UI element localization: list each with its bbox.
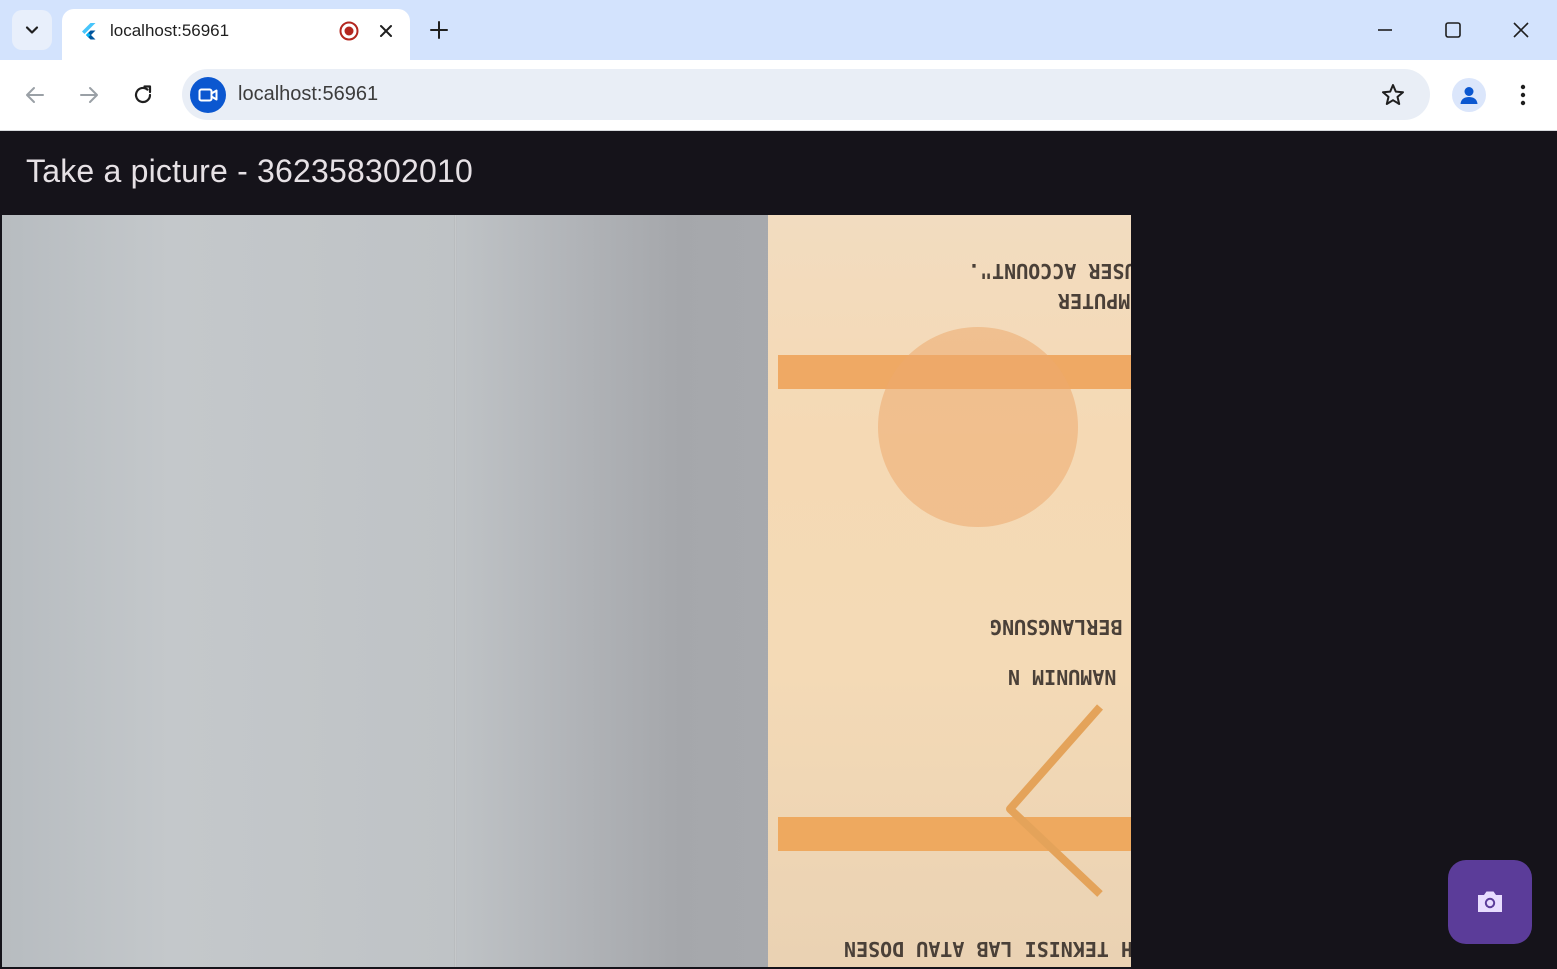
tab-title: localhost:56961 bbox=[110, 21, 230, 40]
camera-icon bbox=[1478, 891, 1502, 912]
close-icon[interactable] bbox=[375, 20, 397, 42]
document-text: " USER ACCOUNT". bbox=[968, 259, 1131, 283]
profile-button[interactable] bbox=[1452, 78, 1486, 112]
browser-toolbar: localhost:56961 bbox=[0, 60, 1557, 131]
tab-search-button[interactable] bbox=[12, 10, 52, 50]
document-text: OMPUTER bbox=[1058, 289, 1131, 313]
diamond-outline bbox=[1006, 704, 1103, 897]
url-text[interactable]: localhost:56961 bbox=[238, 83, 378, 106]
record-icon bbox=[339, 21, 359, 41]
take-picture-button[interactable] bbox=[1448, 860, 1532, 944]
minimize-icon[interactable] bbox=[1373, 18, 1397, 42]
document-text: N BERLANGSUNG bbox=[990, 615, 1131, 639]
reload-icon[interactable] bbox=[130, 82, 156, 108]
camera-preview: " USER ACCOUNT". OMPUTER N BERLANGSUNG )… bbox=[2, 215, 1131, 967]
chevron-down-icon bbox=[25, 26, 39, 34]
app-bar: Take a picture - 362358302010 bbox=[2, 131, 1555, 215]
tab-strip: localhost:56961 bbox=[0, 0, 1557, 60]
video-camera-icon bbox=[198, 88, 218, 102]
stamp-circle bbox=[878, 327, 1078, 527]
arrow-left-icon[interactable] bbox=[22, 82, 48, 108]
star-icon[interactable] bbox=[1380, 82, 1406, 108]
document-page: " USER ACCOUNT". OMPUTER N BERLANGSUNG )… bbox=[768, 215, 1131, 967]
paper-fold bbox=[454, 215, 457, 967]
flutter-icon bbox=[82, 23, 96, 40]
document-text: LEH TEKNISI LAB ATAU DOSEN bbox=[844, 937, 1131, 961]
plus-icon[interactable] bbox=[428, 19, 450, 41]
document-text: ) NAMUNIM N bbox=[1008, 665, 1131, 689]
arrow-right-icon[interactable] bbox=[76, 82, 102, 108]
flutter-app: Take a picture - 362358302010 " USER ACC… bbox=[2, 131, 1555, 967]
page-title: Take a picture - 362358302010 bbox=[26, 153, 474, 189]
site-info-chip[interactable] bbox=[190, 77, 226, 113]
maximize-icon[interactable] bbox=[1441, 18, 1465, 42]
person-icon bbox=[1460, 87, 1478, 104]
kebab-icon[interactable] bbox=[1510, 82, 1536, 108]
active-tab[interactable]: localhost:56961 bbox=[62, 9, 410, 60]
address-bar[interactable]: localhost:56961 bbox=[182, 69, 1430, 120]
close-window-icon[interactable] bbox=[1509, 18, 1533, 42]
